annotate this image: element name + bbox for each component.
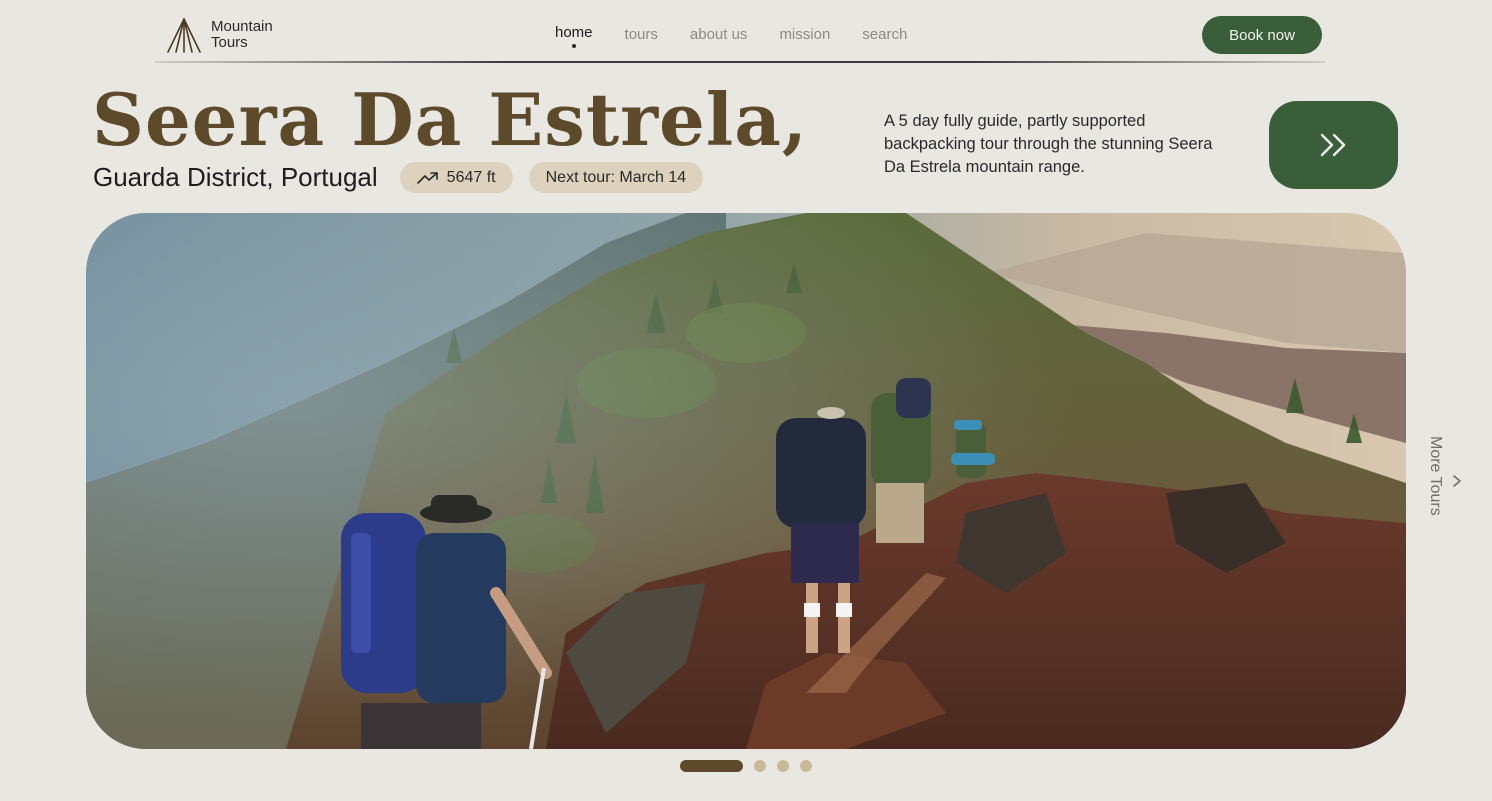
nav-item-mission[interactable]: mission: [779, 22, 830, 43]
trend-up-icon: [416, 171, 438, 184]
chevron-right-icon: [1453, 475, 1461, 487]
double-chevron-right-icon: [1320, 133, 1345, 157]
more-tours-link[interactable]: More Tours: [1422, 430, 1462, 530]
book-now-button[interactable]: Book now: [1202, 16, 1322, 54]
hero-image: [86, 213, 1406, 749]
nav-divider: [155, 61, 1325, 63]
nav-item-home[interactable]: home: [555, 22, 593, 43]
brand-logo[interactable]: Mountain Tours: [165, 16, 273, 54]
tour-meta: Guarda District, Portugal 5647 ft Next t…: [93, 162, 719, 193]
main-menu: home tours about us mission search: [555, 22, 939, 43]
brand-name: Mountain Tours: [211, 19, 273, 51]
nav-item-search[interactable]: search: [862, 22, 907, 43]
tour-description: A 5 day fully guide, partly supported ba…: [884, 112, 1213, 176]
nav-item-tours[interactable]: tours: [625, 22, 658, 43]
brand-line-2: Tours: [211, 34, 248, 51]
pager-dot-3[interactable]: [777, 760, 789, 772]
nav-item-about-us[interactable]: about us: [690, 22, 748, 43]
elevation-value: 5647 ft: [446, 168, 496, 186]
mountain-lines-icon: [167, 18, 201, 53]
pager-dot-2[interactable]: [754, 760, 766, 772]
next-slide-button[interactable]: [1269, 101, 1398, 189]
hikers-on-mountain-ridge: [86, 213, 1406, 749]
more-tours-label: More Tours: [1427, 436, 1444, 516]
next-tour-badge: Next tour: March 14: [528, 162, 704, 193]
pager-dot-4[interactable]: [800, 760, 812, 772]
pager-dot-1[interactable]: [680, 760, 743, 772]
elevation-badge: 5647 ft: [399, 162, 513, 193]
brand-line-1: Mountain: [211, 18, 273, 35]
slide-pager: [680, 760, 823, 772]
top-navigation: Mountain Tours home tours about us missi…: [165, 14, 1325, 58]
page-title: Seera Da Estrela,: [92, 77, 808, 162]
location-text: Guarda District, Portugal: [93, 162, 378, 192]
